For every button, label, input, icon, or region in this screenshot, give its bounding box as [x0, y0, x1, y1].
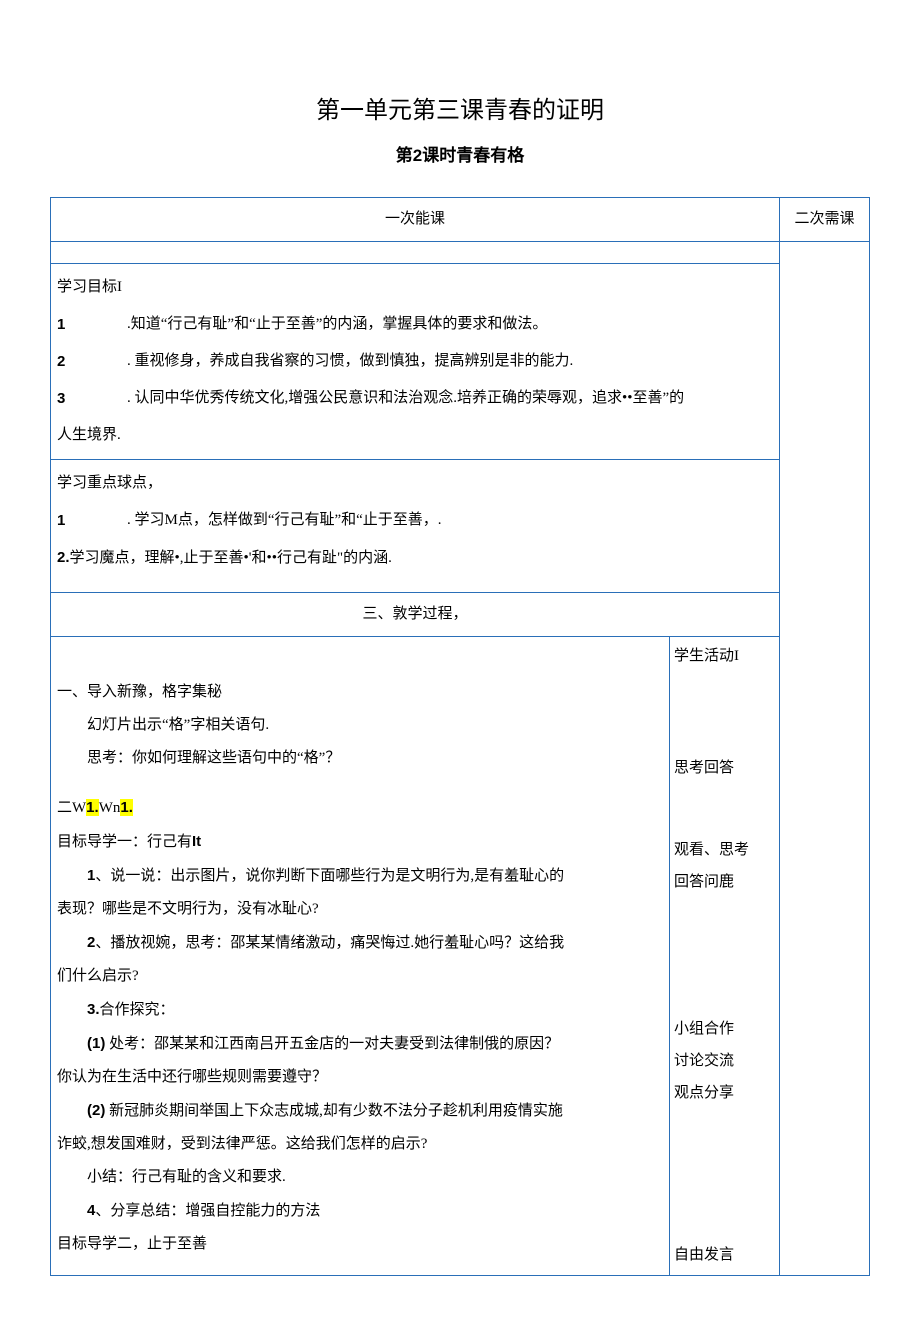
highlight-text: 1. — [120, 799, 133, 816]
header-first: 一次能课 — [51, 197, 780, 241]
process-body-row: 一、导入新豫，格字集秘 幻灯片出示“格”字相关语句. 思考：你如何理解这些语句中… — [51, 636, 870, 1275]
intro-line: 幻灯片出示“格”字相关语句. — [57, 712, 663, 739]
header-second: 二次需课 — [780, 197, 870, 241]
page-title-main: 第一单元第三课青春的证明 — [50, 90, 870, 133]
keypoint-number: 1 — [57, 507, 127, 534]
body-paragraph: 表现？哪些是不文明行为，没有冰耻心? — [57, 896, 663, 923]
keypoint-number: 2. — [57, 549, 70, 566]
intro-line: 一、导入新豫，格字集秘 — [57, 679, 663, 706]
sidebar-label: 观看、思考 — [674, 837, 775, 864]
process-title: 三、敦学过程， — [51, 592, 780, 636]
intro-line: 思考：你如何理解这些语句中的“格”？ — [57, 745, 663, 772]
sidebar-label: 小组合作 — [674, 1016, 775, 1043]
empty-cell — [51, 241, 780, 263]
highlight-text: 1. — [86, 799, 99, 816]
body-paragraph: 小结：行己有耻的含义和要求. — [57, 1164, 663, 1191]
body-paragraph: 3.合作探究： — [57, 996, 663, 1024]
empty-cell — [780, 241, 870, 1275]
student-activity-cell: 学生活动I 思考回答 观看、思考 回答问鹿 小组合作 讨论交流 观点分享 自由发… — [670, 636, 780, 1275]
objective-number: 1 — [57, 311, 127, 338]
process-title-row: 三、敦学过程， — [51, 592, 870, 636]
header-row: 一次能课 二次需课 — [51, 197, 870, 241]
objectives-row: 学习目标I 1.知道“行己有耻”和“止于至善”的内涵，掌握具体的要求和做法。 2… — [51, 263, 870, 459]
keypoints-row: 学习重点球点， 1. 学习M点，怎样做到“行己有耻”和“止于至善，. 2.学习魔… — [51, 459, 870, 592]
body-paragraph: 4、分享总结：增强自控能力的方法 — [57, 1197, 663, 1225]
body-paragraph: 诈蛟,想发国难财，受到法律严惩。这给我们怎样的启示? — [57, 1131, 663, 1158]
body-paragraph: 2、播放视婉，思考：邵某某情绪激动，痛哭悔过.她行羞耻心吗？这给我 — [57, 929, 663, 957]
objectives-title: 学习目标I — [57, 274, 773, 301]
sidebar-label: 观点分享 — [674, 1080, 775, 1107]
objective-item: 2. 重视修身，养成自我省察的习惯，做到慎独，提高辨别是非的能力. — [57, 348, 773, 375]
body-paragraph: (1) 处考：邵某某和江西南吕开五金店的一对夫妻受到法律制俄的原因？ — [57, 1030, 663, 1058]
sidebar-label: 思考回答 — [674, 755, 775, 782]
keypoint-text: . 学习M点，怎样做到“行己有耻”和“止于至善，. — [127, 512, 442, 528]
section-marker: 二W1.Wn1. — [57, 794, 663, 822]
empty-row — [51, 241, 870, 263]
body-paragraph: 你认为在生活中还行哪些规则需要遵守？ — [57, 1064, 663, 1091]
goal-heading: 目标导学二，止于至善 — [57, 1231, 663, 1258]
sidebar-label: 学生活动I — [674, 643, 775, 670]
objective-number: 2 — [57, 348, 127, 375]
objective-text: . 重视修身，养成自我省察的习惯，做到慎独，提高辨别是非的能力. — [127, 353, 573, 369]
page-title-sub: 第2课时青春有格 — [50, 141, 870, 172]
body-paragraph: 们什么启示? — [57, 963, 663, 990]
keypoint-item: 1. 学习M点，怎样做到“行己有耻”和“止于至善，. — [57, 507, 773, 534]
sidebar-label: 讨论交流 — [674, 1048, 775, 1075]
objective-item: 3. 认同中华优秀传统文化,增强公民意识和法治观念.培养正确的荣辱观，追求••至… — [57, 385, 773, 412]
body-paragraph: (2) 新冠肺炎期间举国上下众志成城,却有少数不法分子趁机利用疫情实施 — [57, 1097, 663, 1125]
keypoint-text: 学习魔点，理解•,止于至善•'和••行己有趾"的内涵. — [70, 550, 392, 566]
objective-number: 3 — [57, 385, 127, 412]
goal-heading: 目标导学一：行己有It — [57, 828, 663, 856]
objectives-cell: 学习目标I 1.知道“行己有耻”和“止于至善”的内涵，掌握具体的要求和做法。 2… — [51, 263, 780, 459]
objective-item: 1.知道“行己有耻”和“止于至善”的内涵，掌握具体的要求和做法。 — [57, 311, 773, 338]
process-content: 一、导入新豫，格字集秘 幻灯片出示“格”字相关语句. 思考：你如何理解这些语句中… — [51, 636, 670, 1275]
sidebar-label: 回答问鹿 — [674, 869, 775, 896]
keypoints-title: 学习重点球点， — [57, 470, 773, 497]
objective-text: .知道“行己有耻”和“止于至善”的内涵，掌握具体的要求和做法。 — [127, 316, 547, 332]
keypoints-cell: 学习重点球点， 1. 学习M点，怎样做到“行己有耻”和“止于至善，. 2.学习魔… — [51, 459, 780, 592]
body-paragraph: 1、说一说：出示图片，说你判断下面哪些行为是文明行为,是有羞耻心的 — [57, 862, 663, 890]
keypoint-item: 2.学习魔点，理解•,止于至善•'和••行己有趾"的内涵. — [57, 544, 773, 572]
lesson-table: 一次能课 二次需课 学习目标I 1.知道“行己有耻”和“止于至善”的内涵，掌握具… — [50, 197, 870, 1276]
objective-text: . 认同中华优秀传统文化,增强公民意识和法治观念.培养正确的荣辱观，追求••至善… — [127, 390, 684, 406]
sidebar-label: 自由发言 — [674, 1242, 775, 1269]
objective-tail: 人生境界. — [57, 422, 773, 449]
